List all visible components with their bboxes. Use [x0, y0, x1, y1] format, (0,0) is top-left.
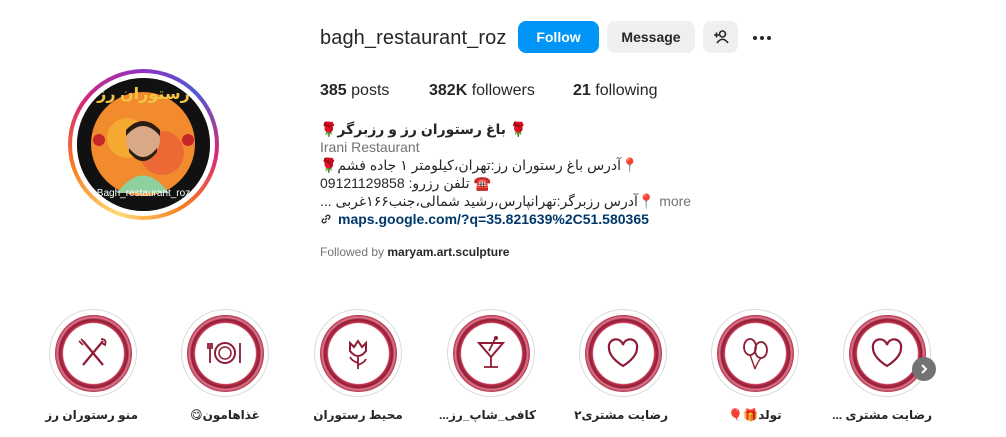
heart-icon: [871, 338, 903, 368]
posts-stat: 385 posts: [320, 82, 389, 100]
highlight-item[interactable]: غذاهامون😋: [180, 309, 270, 422]
follow-button[interactable]: Follow: [518, 21, 599, 53]
avatar-image: رستوران رز Bagh_restaurant_roz: [77, 78, 210, 211]
highlight-item[interactable]: کافی_شاپ_رز...: [438, 309, 536, 422]
followed-by[interactable]: Followed by maryam.art.sculpture: [320, 245, 509, 259]
balloons-icon: [743, 338, 768, 370]
tulip-icon: [349, 339, 367, 369]
highlight-label: غذاهامون😋: [190, 408, 260, 422]
highlight-label: کافی_شاپ_رز...: [438, 408, 536, 422]
suggested-users-button[interactable]: [703, 21, 738, 53]
bio-burger-line: 📍آدرس رزبرگر:تهرانپارس،رشید شمالی،جنب۱۶۶…: [320, 192, 691, 210]
highlight-item[interactable]: منو رستوران رز: [45, 309, 138, 422]
following-count: 21: [573, 82, 591, 99]
highlight-item[interactable]: رضایت مشتری۲: [574, 309, 668, 422]
highlight-label: محیط رستوران: [313, 408, 403, 422]
chevron-right-icon: [921, 364, 928, 374]
bio-address-line: 📍آدرس باغ رستوران رز:تهران،کیلومتر ۱ جاد…: [320, 157, 639, 173]
highlight-label: تولد🎁🎈: [728, 408, 782, 422]
avatar-title: رستوران رز: [97, 86, 190, 103]
bio-phone-line: ☎️ تلفن رزرو: 09121129858: [320, 175, 491, 191]
profile-bio: 🌹 باغ رستوران رز و رزبرگر🌹 Irani Restaur…: [320, 120, 691, 228]
highlight-item[interactable]: تولد🎁🎈: [710, 309, 800, 422]
heart-icon: [607, 338, 639, 368]
bio-more-link[interactable]: more: [659, 193, 691, 209]
posts-label: posts: [351, 82, 390, 99]
fork-knife-icon: [78, 338, 107, 366]
link-icon: [321, 214, 331, 224]
bio-burger-text: 📍آدرس رزبرگر:تهرانپارس،رشید شمالی،جنب۱۶۶…: [320, 193, 656, 209]
add-person-icon: [713, 30, 729, 44]
highlight-label: رضایت مشتری۲: [574, 408, 668, 422]
more-options-icon[interactable]: [750, 26, 774, 50]
posts-count: 385: [320, 82, 347, 99]
following-label: following: [595, 82, 658, 99]
profile-username: bagh_restaurant_roz: [320, 27, 507, 49]
highlight-label: رضایت مشتری ...: [832, 408, 932, 422]
highlights-next-button[interactable]: [912, 357, 936, 381]
followed-by-user: maryam.art.sculpture: [387, 245, 510, 259]
profile-avatar[interactable]: رستوران رز Bagh_restaurant_roz: [64, 69, 234, 220]
followed-by-prefix: Followed by: [320, 245, 385, 259]
bio-external-link[interactable]: maps.google.com/?q=35.821639%2C51.580365: [320, 210, 660, 228]
message-button[interactable]: Message: [607, 21, 695, 53]
bio-link-text: maps.google.com/?q=35.821639%2C51.580365: [338, 211, 649, 227]
avatar-handle: Bagh_restaurant_roz: [96, 188, 191, 199]
following-stat[interactable]: 21 following: [573, 82, 658, 100]
plate-icon: [207, 342, 241, 364]
followers-count: 382K: [429, 82, 468, 99]
highlight-item[interactable]: محیط رستوران: [313, 309, 403, 422]
followers-label: followers: [471, 82, 535, 99]
highlight-label: منو رستوران رز: [45, 408, 138, 422]
bio-category: Irani Restaurant: [320, 139, 420, 155]
cocktail-icon: [476, 336, 506, 368]
bio-name: 🌹 باغ رستوران رز و رزبرگر🌹: [320, 121, 528, 137]
followers-stat[interactable]: 382K followers: [429, 82, 535, 100]
